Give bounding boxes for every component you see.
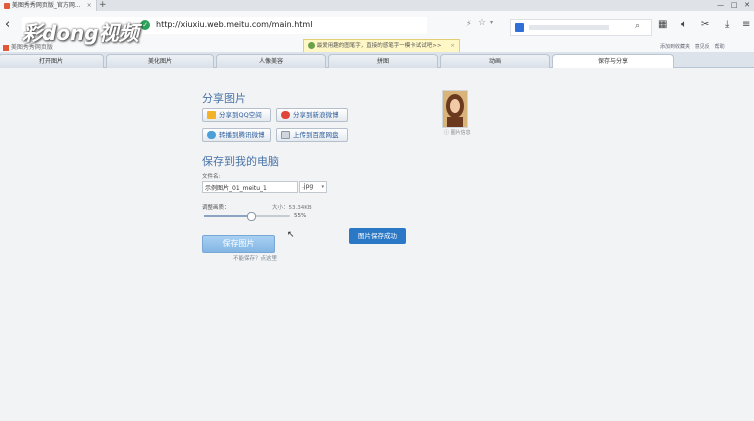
save-success-toast: 图片保存成功 [349,228,406,244]
help-link[interactable]: 帮助 [715,44,725,50]
back-icon[interactable]: ‹ [5,17,10,32]
upload-baidu-pan-label: 上传到百度网盘 [293,131,339,139]
apps-grid-icon[interactable]: ▦ [658,19,667,30]
url-text: http://xiuxiu.web.meitu.com/main.html [156,20,313,29]
format-value: .jpg [302,183,314,190]
site-nav: 打开图片 美化图片 人像美容 拼图 动画 保存与分享 [0,52,754,68]
scissors-icon[interactable]: ✂ [701,19,709,30]
save-image-button[interactable]: 保存图片 [202,235,275,253]
share-weibo-label: 分享到新浪微博 [293,111,339,119]
tencent-weibo-icon [207,131,216,139]
save-section-title: 保存到我的电脑 [202,155,279,168]
mouse-cursor-icon: ↖ [287,230,295,240]
download-icon[interactable]: ⤓ [725,19,729,30]
watermark-logo: 彩dong视频 [22,21,139,45]
top-links: 添加到收藏夹 意见反 帮助 [660,43,725,50]
quality-slider-track[interactable] [204,212,290,221]
tab-portrait[interactable]: 人像美容 [216,54,326,68]
close-tab-icon[interactable]: × [87,2,92,9]
notice-close-icon[interactable]: × [450,40,455,52]
notice-text[interactable]: 最爱用趣的图笔字，直接的感笔字一模卡试试吧>> [317,43,442,49]
filename-label: 文件名: [202,174,221,180]
search-engine-icon[interactable] [515,23,524,32]
favicon-icon [3,44,9,51]
format-select[interactable]: .jpg ▾ [299,181,327,193]
new-tab-button[interactable]: + [99,0,107,11]
file-size-text: 大小：53.34KB [272,205,312,211]
cannot-save-help-link[interactable]: 不能保存？点这里 [233,254,277,262]
tab-open-image[interactable]: 打开图片 [0,54,104,68]
share-weibo-button[interactable]: 分享到新浪微博 [276,108,348,122]
portrait-thumbnail-icon [443,91,467,127]
star-icon[interactable]: ☆ [478,18,486,28]
speaker-icon[interactable]: 🔈︎ [681,19,687,30]
minimize-icon[interactable]: — [717,1,724,9]
browser-tab-strip: 美图秀秀网页版_官方网... × + — □ ✕ [0,0,754,11]
quality-label: 调整画质： [202,205,230,211]
window-controls: — □ ✕ [717,0,750,11]
feedback-link[interactable]: 意见反 [695,44,710,50]
share-tencent-weibo-label: 转播到腾讯微博 [219,131,265,139]
menu-icon[interactable]: ≡ [742,19,750,30]
share-tencent-weibo-button[interactable]: 转播到腾讯微博 [202,128,271,142]
tab-beautify[interactable]: 美化图片 [106,54,214,68]
secure-shield-icon: ✓ [140,20,150,30]
search-placeholder-blur [529,25,609,30]
browser-tab-label: 美图秀秀网页版_官方网... [11,2,81,9]
close-window-icon[interactable]: ✕ [744,1,750,9]
browser-tab[interactable]: 美图秀秀网页版_官方网... × [0,0,97,11]
share-qzone-button[interactable]: 分享到QQ空间 [202,108,271,122]
share-qzone-label: 分享到QQ空间 [219,111,262,119]
chevron-down-icon[interactable]: ▾ [490,19,493,26]
search-field[interactable]: ⌕ [510,19,652,36]
image-info-label: 图片信息 [450,130,471,136]
image-preview [442,90,468,128]
tab-collage[interactable]: 拼图 [328,54,438,68]
add-favorite-link[interactable]: 添加到收藏夹 [660,44,690,50]
quality-slider-handle[interactable] [247,212,257,221]
upload-baidu-pan-button[interactable]: 上传到百度网盘 [276,128,348,142]
search-icon[interactable]: ⌕ [635,21,640,31]
info-icon: ⓘ [444,130,450,136]
qzone-icon [207,111,216,119]
tab-save-share[interactable]: 保存与分享 [552,54,674,68]
favicon-icon [4,2,10,9]
filename-input[interactable] [202,181,298,193]
maximize-icon[interactable]: □ [731,1,738,9]
quality-slider-fill [204,215,252,217]
chevron-down-icon: ▾ [321,184,324,190]
notice-icon [308,42,315,49]
notice-bar: 最爱用趣的图笔字，直接的感笔字一模卡试试吧>> × [303,39,460,53]
tab-animation[interactable]: 动画 [440,54,550,68]
share-section-title: 分享图片 [202,92,246,105]
lightning-icon[interactable]: ⚡ [466,19,472,28]
baidu-pan-icon [281,131,290,139]
quality-percent: 55% [294,213,307,219]
image-info-link[interactable]: ⓘ 图片信息 [444,129,471,136]
weibo-icon [281,111,290,119]
